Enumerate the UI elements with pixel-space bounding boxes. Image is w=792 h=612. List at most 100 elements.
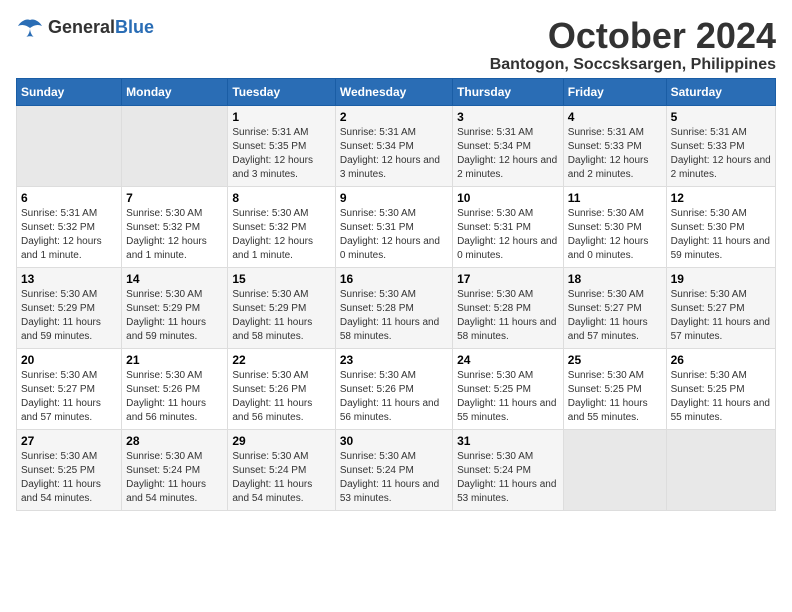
- header-cell: Sunday: [17, 78, 122, 105]
- day-info: Sunrise: 5:30 AM Sunset: 5:29 PM Dayligh…: [126, 288, 223, 344]
- calendar-cell: 1 Sunrise: 5:31 AM Sunset: 5:35 PM Daylig…: [228, 105, 335, 186]
- day-number: 26: [671, 353, 771, 367]
- calendar-week-row: 20Sunrise: 5:30 AM Sunset: 5:27 PM Dayli…: [17, 348, 776, 429]
- month-title: October 2024: [490, 16, 776, 56]
- calendar-cell: 16 Sunrise: 5:30 AM Sunset: 5:28 PM Dayli…: [335, 267, 452, 348]
- calendar-week-row: 27 Sunrise: 5:30 AM Sunset: 5:25 PM Dayli…: [17, 429, 776, 510]
- day-info: Sunrise: 5:30 AM Sunset: 5:27 PM Dayligh…: [671, 288, 771, 344]
- day-info: Sunrise: 5:30 AM Sunset: 5:30 PM Dayligh…: [671, 207, 771, 263]
- day-number: 6: [21, 191, 117, 205]
- day-info: Sunrise: 5:30 AM Sunset: 5:24 PM Dayligh…: [232, 450, 330, 506]
- day-info: Sunrise: 5:30 AM Sunset: 5:28 PM Dayligh…: [340, 288, 448, 344]
- header-cell: Wednesday: [335, 78, 452, 105]
- day-number: 19: [671, 272, 771, 286]
- day-number: 4: [568, 110, 662, 124]
- day-info: Sunrise: 5:30 AM Sunset: 5:31 PM Dayligh…: [340, 207, 448, 263]
- day-number: 25: [568, 353, 662, 367]
- day-info: Sunrise: 5:30 AM Sunset: 5:24 PM Dayligh…: [340, 450, 448, 506]
- calendar-cell: 26 Sunrise: 5:30 AM Sunset: 5:25 PM Dayli…: [666, 348, 775, 429]
- day-info: Sunrise: 5:30 AM Sunset: 5:27 PM Dayligh…: [568, 288, 662, 344]
- calendar-cell: 6 Sunrise: 5:31 AM Sunset: 5:32 PM Daylig…: [17, 186, 122, 267]
- calendar-cell: 23 Sunrise: 5:30 AM Sunset: 5:26 PM Dayli…: [335, 348, 452, 429]
- day-info: Sunrise: 5:31 AM Sunset: 5:34 PM Dayligh…: [340, 126, 448, 182]
- calendar-cell: 31Sunrise: 5:30 AM Sunset: 5:24 PM Dayli…: [453, 429, 564, 510]
- calendar-cell: [122, 105, 228, 186]
- day-info: Sunrise: 5:30 AM Sunset: 5:25 PM Dayligh…: [457, 369, 559, 425]
- day-number: 5: [671, 110, 771, 124]
- calendar-cell: 18 Sunrise: 5:30 AM Sunset: 5:27 PM Dayli…: [563, 267, 666, 348]
- day-number: 14: [126, 272, 223, 286]
- calendar-cell: 10 Sunrise: 5:30 AM Sunset: 5:31 PM Dayli…: [453, 186, 564, 267]
- day-number: 22: [232, 353, 330, 367]
- day-info: Sunrise: 5:30 AM Sunset: 5:31 PM Dayligh…: [457, 207, 559, 263]
- day-info: Sunrise: 5:30 AM Sunset: 5:24 PM Dayligh…: [126, 450, 223, 506]
- logo-general: General: [48, 17, 115, 37]
- day-number: 8: [232, 191, 330, 205]
- day-number: 20: [21, 353, 117, 367]
- calendar-cell: 12 Sunrise: 5:30 AM Sunset: 5:30 PM Dayli…: [666, 186, 775, 267]
- day-info: Sunrise: 5:30 AM Sunset: 5:24 PM Dayligh…: [457, 450, 559, 506]
- day-number: 2: [340, 110, 448, 124]
- day-number: 30: [340, 434, 448, 448]
- title-block: October 2024 Bantogon, Soccsksargen, Phi…: [490, 16, 776, 74]
- day-number: 3: [457, 110, 559, 124]
- day-info: Sunrise: 5:30 AM Sunset: 5:26 PM Dayligh…: [126, 369, 223, 425]
- day-number: 1: [232, 110, 330, 124]
- calendar-week-row: 13Sunrise: 5:30 AM Sunset: 5:29 PM Dayli…: [17, 267, 776, 348]
- header-row: SundayMondayTuesdayWednesdayThursdayFrid…: [17, 78, 776, 105]
- logo-icon: [16, 16, 44, 38]
- calendar-cell: 7 Sunrise: 5:30 AM Sunset: 5:32 PM Daylig…: [122, 186, 228, 267]
- calendar-cell: 13Sunrise: 5:30 AM Sunset: 5:29 PM Dayli…: [17, 267, 122, 348]
- calendar-cell: 9 Sunrise: 5:30 AM Sunset: 5:31 PM Daylig…: [335, 186, 452, 267]
- day-info: Sunrise: 5:30 AM Sunset: 5:26 PM Dayligh…: [340, 369, 448, 425]
- calendar-cell: 11 Sunrise: 5:30 AM Sunset: 5:30 PM Dayli…: [563, 186, 666, 267]
- logo: GeneralBlue: [16, 16, 154, 38]
- day-info: Sunrise: 5:30 AM Sunset: 5:32 PM Dayligh…: [126, 207, 223, 263]
- day-number: 16: [340, 272, 448, 286]
- calendar-cell: 30 Sunrise: 5:30 AM Sunset: 5:24 PM Dayli…: [335, 429, 452, 510]
- calendar-week-row: 6 Sunrise: 5:31 AM Sunset: 5:32 PM Daylig…: [17, 186, 776, 267]
- calendar-cell: 27 Sunrise: 5:30 AM Sunset: 5:25 PM Dayli…: [17, 429, 122, 510]
- calendar-cell: 17 Sunrise: 5:30 AM Sunset: 5:28 PM Dayli…: [453, 267, 564, 348]
- day-info: Sunrise: 5:30 AM Sunset: 5:25 PM Dayligh…: [568, 369, 662, 425]
- calendar-cell: 28 Sunrise: 5:30 AM Sunset: 5:24 PM Dayli…: [122, 429, 228, 510]
- calendar-cell: 19 Sunrise: 5:30 AM Sunset: 5:27 PM Dayli…: [666, 267, 775, 348]
- day-number: 7: [126, 191, 223, 205]
- calendar-cell: 15Sunrise: 5:30 AM Sunset: 5:29 PM Dayli…: [228, 267, 335, 348]
- day-number: 12: [671, 191, 771, 205]
- calendar-week-row: 1 Sunrise: 5:31 AM Sunset: 5:35 PM Daylig…: [17, 105, 776, 186]
- day-info: Sunrise: 5:31 AM Sunset: 5:33 PM Dayligh…: [568, 126, 662, 182]
- header-cell: Friday: [563, 78, 666, 105]
- day-number: 17: [457, 272, 559, 286]
- day-info: Sunrise: 5:30 AM Sunset: 5:25 PM Dayligh…: [21, 450, 117, 506]
- day-number: 27: [21, 434, 117, 448]
- calendar-cell: 22Sunrise: 5:30 AM Sunset: 5:26 PM Dayli…: [228, 348, 335, 429]
- day-info: Sunrise: 5:31 AM Sunset: 5:35 PM Dayligh…: [232, 126, 330, 182]
- day-info: Sunrise: 5:30 AM Sunset: 5:28 PM Dayligh…: [457, 288, 559, 344]
- logo-text: GeneralBlue: [48, 17, 154, 38]
- calendar-cell: 24 Sunrise: 5:30 AM Sunset: 5:25 PM Dayli…: [453, 348, 564, 429]
- day-number: 18: [568, 272, 662, 286]
- day-number: 28: [126, 434, 223, 448]
- calendar-cell: 20Sunrise: 5:30 AM Sunset: 5:27 PM Dayli…: [17, 348, 122, 429]
- header-cell: Monday: [122, 78, 228, 105]
- day-number: 23: [340, 353, 448, 367]
- page-header: GeneralBlue October 2024 Bantogon, Soccs…: [16, 16, 776, 74]
- day-info: Sunrise: 5:31 AM Sunset: 5:33 PM Dayligh…: [671, 126, 771, 182]
- day-number: 11: [568, 191, 662, 205]
- calendar-cell: 25 Sunrise: 5:30 AM Sunset: 5:25 PM Dayli…: [563, 348, 666, 429]
- day-number: 10: [457, 191, 559, 205]
- calendar-cell: [17, 105, 122, 186]
- header-cell: Saturday: [666, 78, 775, 105]
- day-number: 24: [457, 353, 559, 367]
- day-info: Sunrise: 5:30 AM Sunset: 5:29 PM Dayligh…: [21, 288, 117, 344]
- day-number: 9: [340, 191, 448, 205]
- day-info: Sunrise: 5:30 AM Sunset: 5:25 PM Dayligh…: [671, 369, 771, 425]
- day-info: Sunrise: 5:30 AM Sunset: 5:32 PM Dayligh…: [232, 207, 330, 263]
- calendar-cell: [666, 429, 775, 510]
- header-cell: Thursday: [453, 78, 564, 105]
- day-number: 15: [232, 272, 330, 286]
- day-info: Sunrise: 5:31 AM Sunset: 5:32 PM Dayligh…: [21, 207, 117, 263]
- day-info: Sunrise: 5:31 AM Sunset: 5:34 PM Dayligh…: [457, 126, 559, 182]
- day-info: Sunrise: 5:30 AM Sunset: 5:30 PM Dayligh…: [568, 207, 662, 263]
